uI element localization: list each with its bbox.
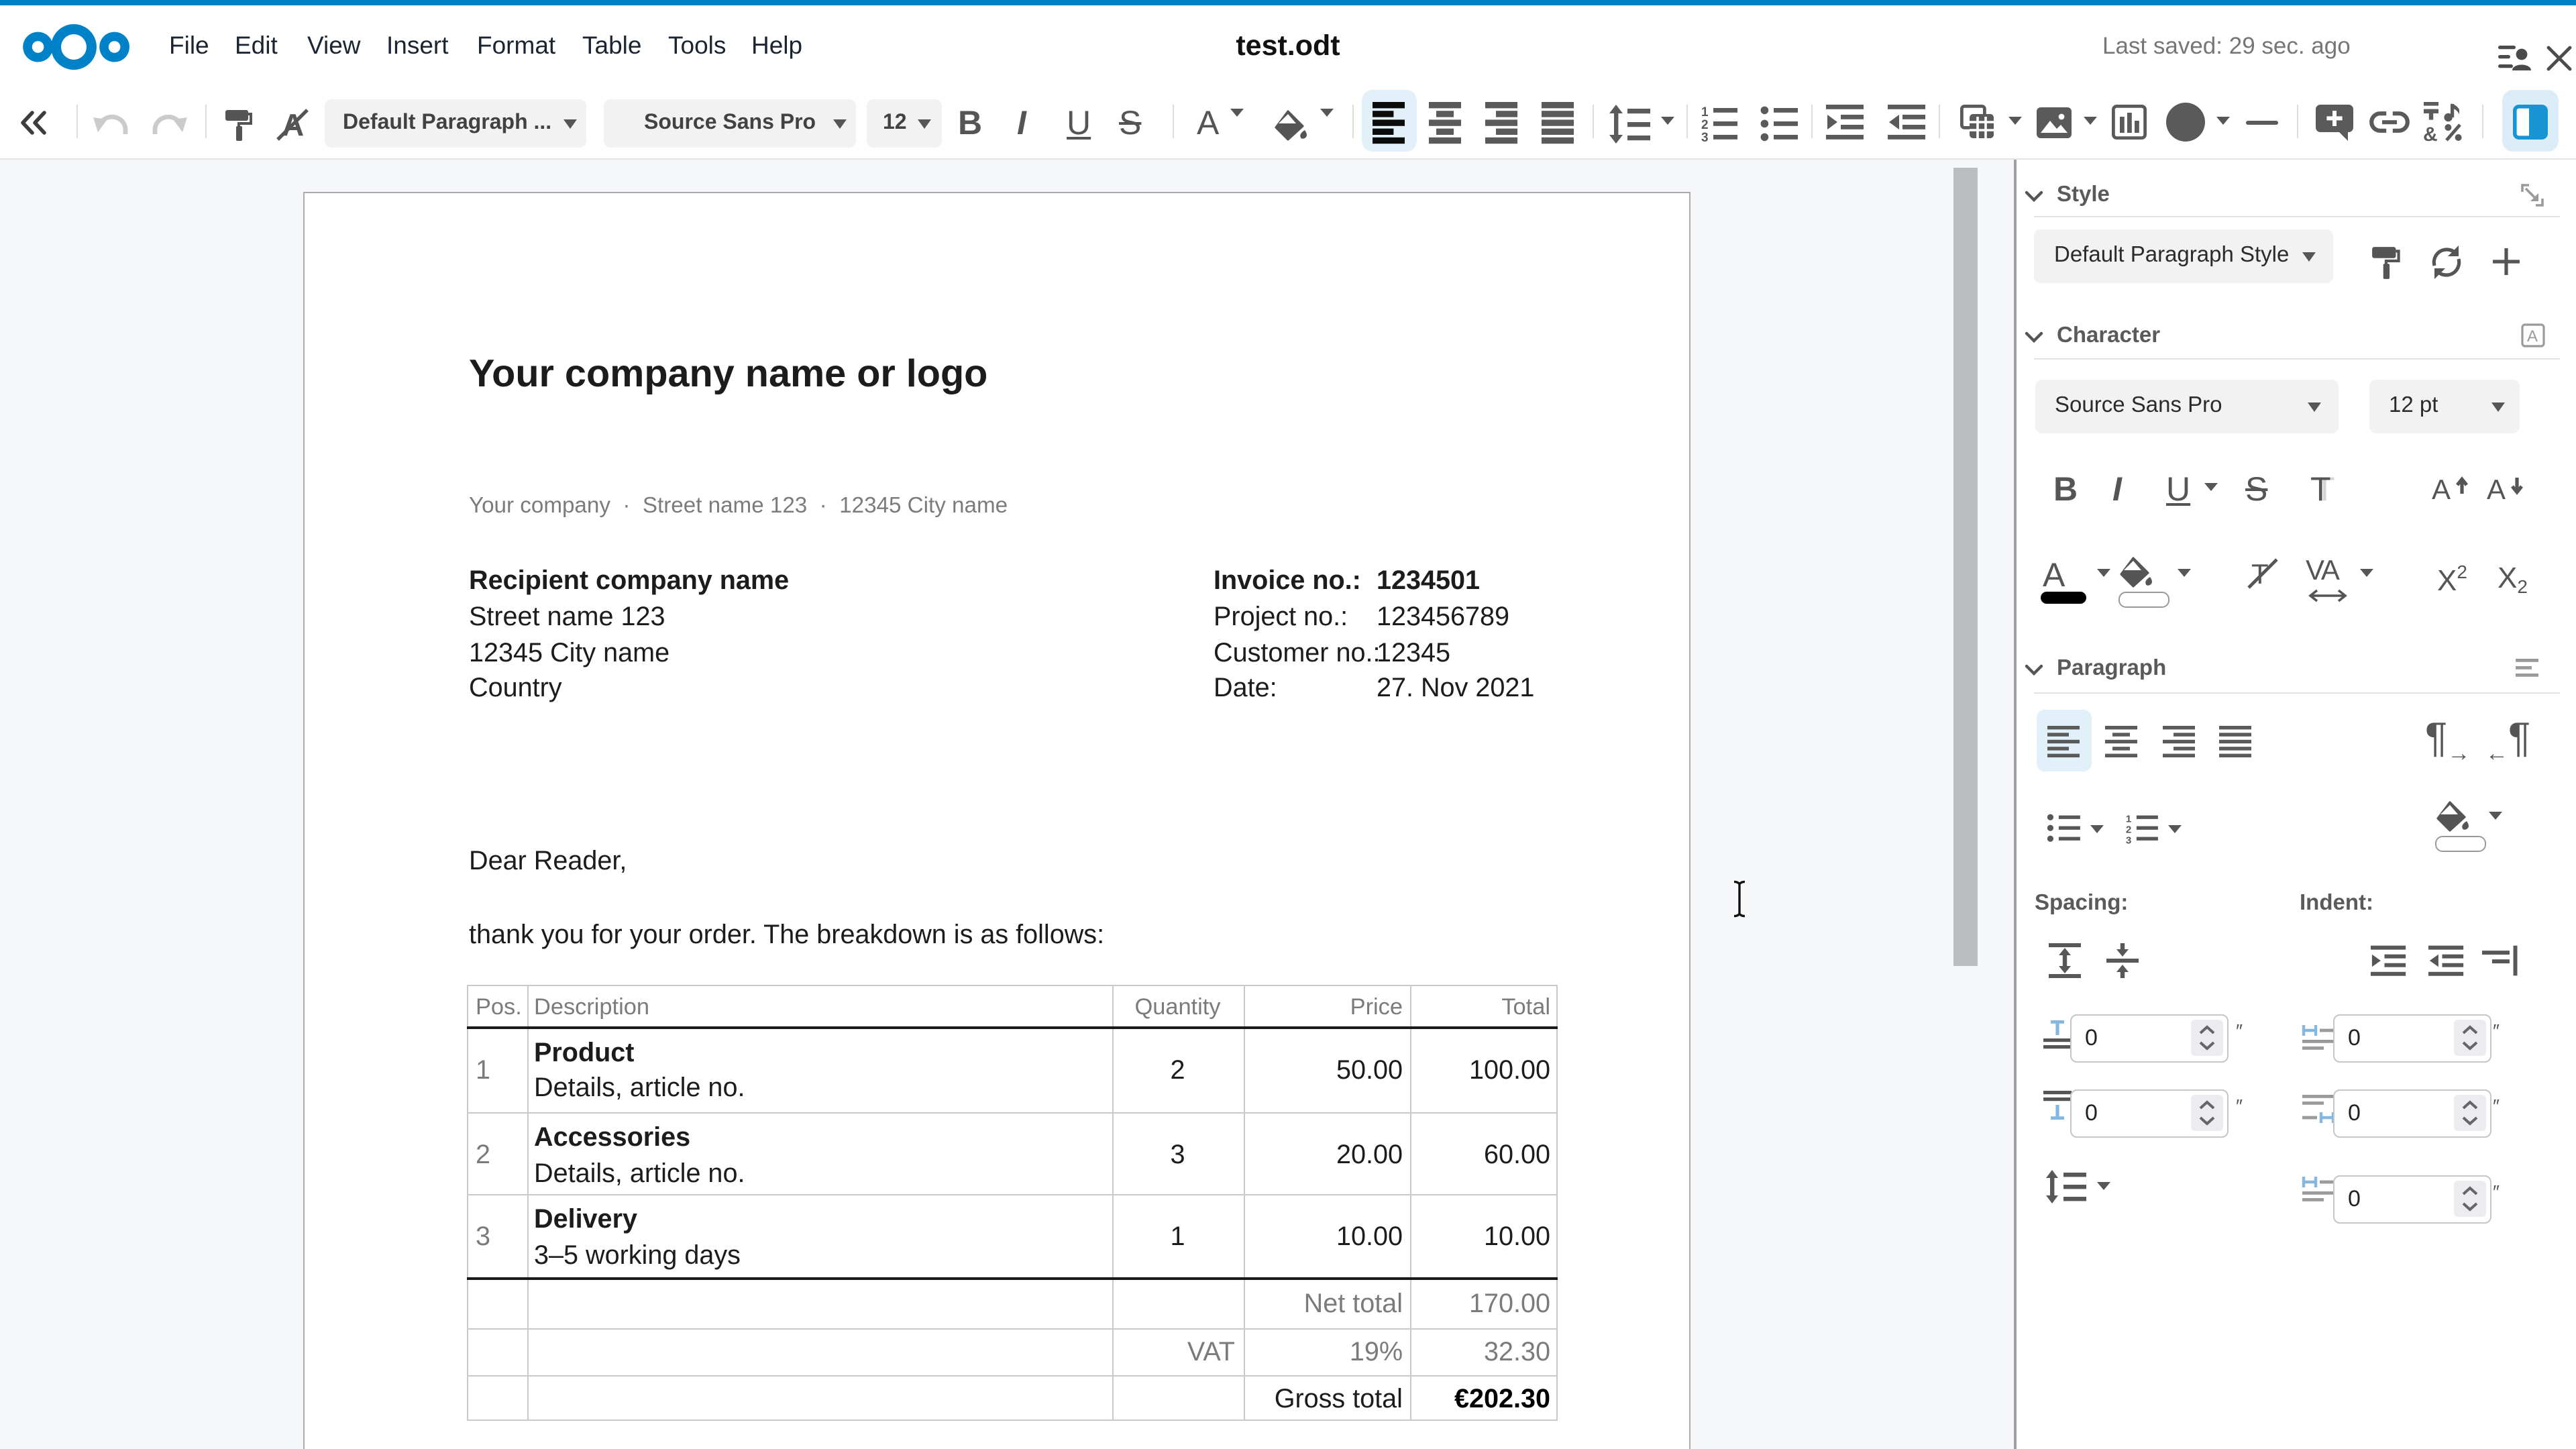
svg-text:3: 3	[2125, 835, 2131, 846]
svg-text:&: &	[2423, 123, 2438, 146]
svg-text:T: T	[2251, 558, 2268, 590]
svg-text:2: 2	[1701, 117, 1709, 131]
svg-text:A: A	[2526, 327, 2537, 345]
svg-text:1: 1	[2125, 813, 2131, 824]
svg-text:1: 1	[1701, 105, 1709, 119]
svg-text:2: 2	[2125, 824, 2131, 835]
svg-text:3: 3	[1701, 130, 1709, 144]
